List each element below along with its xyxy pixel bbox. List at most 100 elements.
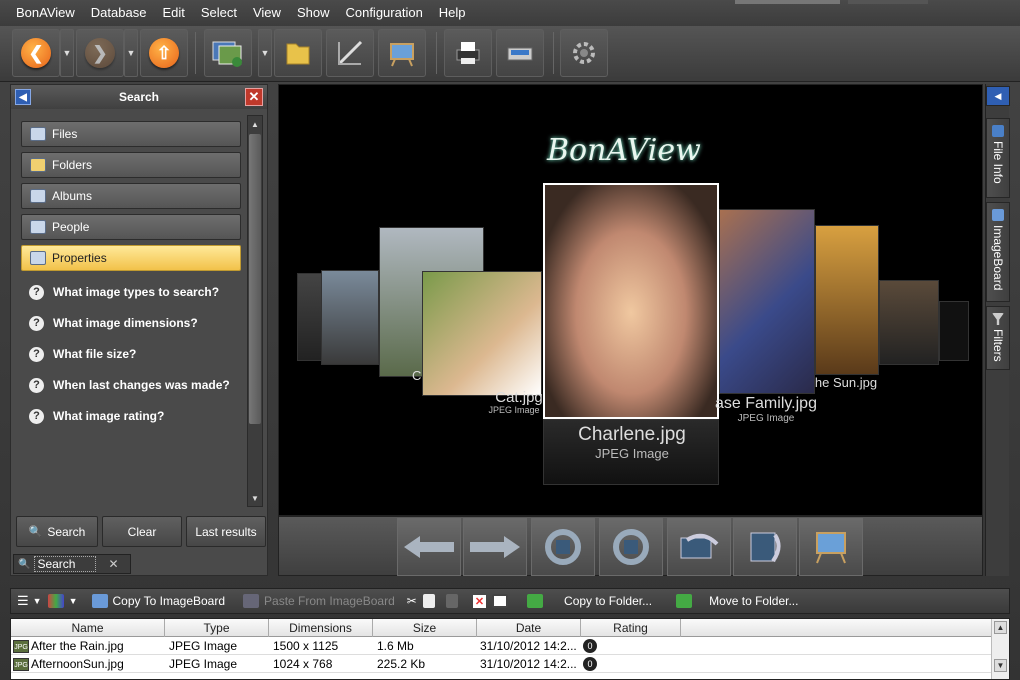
people-icon bbox=[30, 220, 46, 234]
column-header-dimensions[interactable]: Dimensions bbox=[269, 619, 373, 637]
question-image-rating[interactable]: ? What image rating? bbox=[29, 406, 164, 426]
cell-rating[interactable]: 0 bbox=[581, 638, 601, 655]
column-header-date[interactable]: Date bbox=[477, 619, 581, 637]
close-tab-icon[interactable]: ✕ bbox=[108, 557, 118, 571]
table-row[interactable]: JPG AfternoonSun.jpg JPEG Image 1024 x 76… bbox=[11, 656, 991, 673]
previous-image-button[interactable] bbox=[397, 518, 461, 576]
cat-type-label: JPEG Image bbox=[488, 405, 540, 415]
paste-button[interactable] bbox=[445, 594, 463, 608]
clear-button[interactable]: Clear bbox=[102, 516, 182, 547]
move-to-folder-button[interactable]: Move to Folder... bbox=[676, 594, 798, 608]
tab-imageboard[interactable]: ImageBoard bbox=[986, 202, 1010, 302]
panel-close-button[interactable]: ✕ bbox=[245, 88, 263, 106]
move-to-folder-label: Move to Folder... bbox=[709, 594, 799, 608]
menu-view[interactable]: View bbox=[245, 0, 289, 26]
view-mode-button[interactable]: ☰ ▼ bbox=[17, 593, 42, 609]
jpg-file-icon: JPG bbox=[13, 658, 29, 672]
panel-back-button[interactable]: ◀ bbox=[15, 89, 31, 105]
copy-button[interactable] bbox=[422, 594, 440, 608]
scroll-down-icon[interactable]: ▼ bbox=[994, 659, 1007, 672]
search-category-folders[interactable]: Folders bbox=[21, 152, 241, 178]
scroll-up-icon[interactable]: ▲ bbox=[994, 621, 1007, 634]
menu-configuration[interactable]: Configuration bbox=[337, 0, 430, 26]
flip-horizontal-button[interactable] bbox=[667, 518, 731, 576]
column-header-rating[interactable]: Rating bbox=[581, 619, 681, 637]
scroll-down-icon[interactable]: ▼ bbox=[248, 491, 262, 505]
copy-to-folder-button[interactable]: Copy to Folder... bbox=[527, 594, 652, 608]
right-side-tabs: ◀ File Info ImageBoard Filters bbox=[985, 84, 1010, 576]
import-photos-button[interactable] bbox=[204, 29, 252, 77]
search-button[interactable]: 🔍 Search bbox=[16, 516, 98, 547]
cell-rating[interactable]: 0 bbox=[581, 656, 601, 673]
rename-button[interactable] bbox=[492, 594, 513, 608]
import-dropdown[interactable]: ▼ bbox=[258, 29, 272, 77]
copy-to-imageboard-button[interactable]: Copy To ImageBoard bbox=[91, 594, 225, 608]
back-history-dropdown[interactable]: ▼ bbox=[60, 29, 74, 77]
search-panel-scrollbar[interactable]: ▲ ▼ bbox=[247, 115, 263, 507]
layout-button[interactable]: ▼ bbox=[47, 594, 78, 608]
search-category-albums[interactable]: Albums bbox=[21, 183, 241, 209]
rotate-right-button[interactable] bbox=[599, 518, 663, 576]
arrow-right-icon bbox=[470, 536, 520, 558]
settings-button[interactable] bbox=[560, 29, 608, 77]
search-category-people[interactable]: People bbox=[21, 214, 241, 240]
carousel-thumbnail[interactable] bbox=[939, 301, 969, 361]
menu-edit[interactable]: Edit bbox=[154, 0, 192, 26]
tab-file-info[interactable]: File Info bbox=[986, 118, 1010, 198]
scroll-up-icon[interactable]: ▲ bbox=[248, 117, 262, 131]
cell-type: JPEG Image bbox=[169, 657, 238, 671]
carousel-thumbnail[interactable] bbox=[297, 273, 323, 361]
up-button[interactable]: ⇧ bbox=[140, 29, 188, 77]
cat-thumbnail[interactable] bbox=[422, 271, 542, 396]
question-image-types[interactable]: ? What image types to search? bbox=[29, 282, 219, 302]
last-results-button[interactable]: Last results bbox=[186, 516, 266, 547]
back-button[interactable]: ❮ bbox=[12, 29, 60, 77]
cut-button[interactable]: ✂ bbox=[407, 594, 417, 608]
selected-image-charlene[interactable] bbox=[543, 183, 719, 419]
menu-show[interactable]: Show bbox=[289, 0, 338, 26]
menu-help[interactable]: Help bbox=[431, 0, 474, 26]
carousel-thumbnail[interactable] bbox=[879, 280, 939, 365]
table-row[interactable]: JPG After the Rain.jpg JPEG Image 1500 x … bbox=[11, 638, 991, 655]
paste-from-imageboard-button[interactable]: Paste From ImageBoard bbox=[243, 594, 395, 608]
scan-button[interactable] bbox=[496, 29, 544, 77]
file-list-header: Name Type Dimensions Size Date Rating bbox=[11, 619, 991, 637]
image-carousel-viewer[interactable]: BonAView C Cat.jpg JPEG Image Charlene.j… bbox=[278, 84, 983, 516]
column-header-type[interactable]: Type bbox=[165, 619, 269, 637]
search-tab-label: Search bbox=[34, 556, 97, 572]
sun-thumbnail[interactable] bbox=[815, 225, 879, 375]
file-list-table: Name Type Dimensions Size Date Rating JP… bbox=[10, 618, 1010, 680]
next-image-button[interactable] bbox=[463, 518, 527, 576]
menu-database[interactable]: Database bbox=[83, 0, 155, 26]
search-category-files[interactable]: Files bbox=[21, 121, 241, 147]
forward-button[interactable]: ❯ bbox=[76, 29, 124, 77]
picture-easel-button[interactable] bbox=[378, 29, 426, 77]
question-file-size[interactable]: ? What file size? bbox=[29, 344, 136, 364]
delete-button[interactable]: ✕ bbox=[472, 594, 487, 608]
column-header-size[interactable]: Size bbox=[373, 619, 477, 637]
search-panel-tab[interactable]: 🔍 Search ✕ bbox=[13, 554, 131, 574]
question-last-changes[interactable]: ? When last changes was made? bbox=[29, 375, 230, 395]
question-image-dimensions[interactable]: ? What image dimensions? bbox=[29, 313, 198, 333]
file-list-scrollbar[interactable]: ▲ ▼ bbox=[991, 619, 1009, 679]
scroll-thumb[interactable] bbox=[249, 134, 261, 424]
copy-icon bbox=[422, 594, 435, 608]
carousel-thumbnail[interactable] bbox=[321, 270, 379, 365]
flip-vertical-button[interactable] bbox=[733, 518, 797, 576]
selected-image-caption-area: Charlene.jpg JPEG Image bbox=[543, 419, 719, 485]
search-category-label: Folders bbox=[52, 158, 93, 172]
edit-tools-button[interactable] bbox=[326, 29, 374, 77]
rotate-left-button[interactable] bbox=[531, 518, 595, 576]
folder-button[interactable] bbox=[274, 29, 322, 77]
collapse-right-panel-button[interactable]: ◀ bbox=[986, 86, 1010, 106]
family-type-label: JPEG Image bbox=[737, 413, 795, 424]
search-category-properties[interactable]: Properties bbox=[21, 245, 241, 271]
print-button[interactable] bbox=[444, 29, 492, 77]
forward-history-dropdown[interactable]: ▼ bbox=[124, 29, 138, 77]
family-thumbnail[interactable] bbox=[719, 209, 815, 394]
slideshow-button[interactable] bbox=[799, 518, 863, 576]
menu-bonaview[interactable]: BonAView bbox=[8, 0, 83, 26]
column-header-name[interactable]: Name bbox=[11, 619, 165, 637]
menu-select[interactable]: Select bbox=[193, 0, 245, 26]
tab-filters[interactable]: Filters bbox=[986, 306, 1010, 370]
